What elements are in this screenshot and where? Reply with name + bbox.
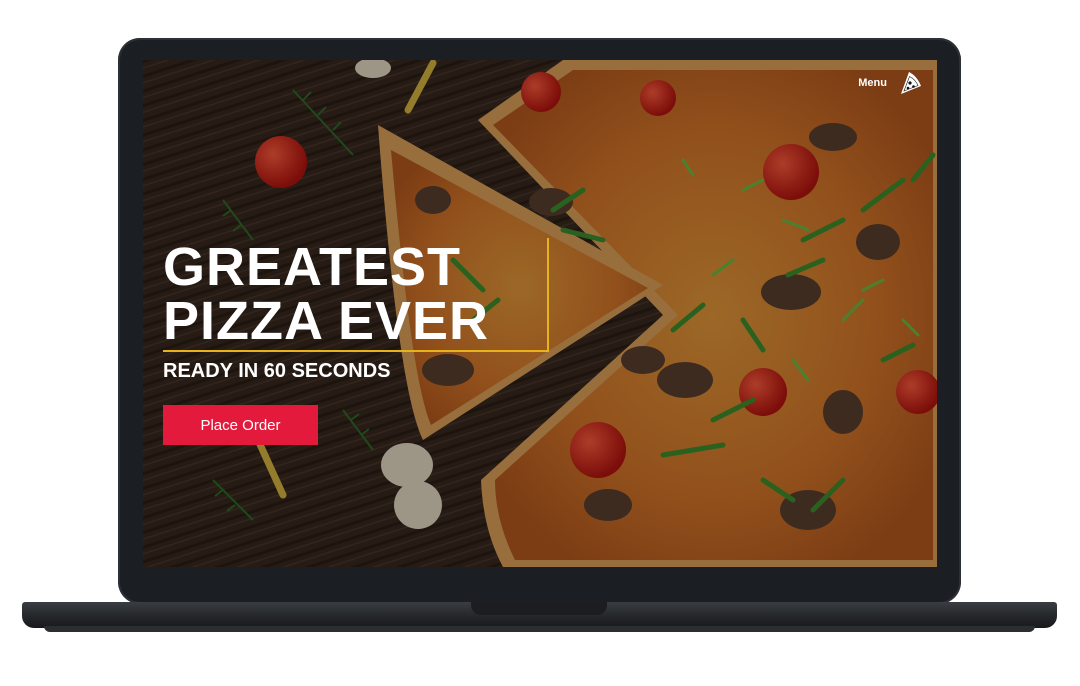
hero-section: GREATEST PIZZA EVER READY IN 60 SECONDS … bbox=[163, 237, 550, 445]
laptop-notch bbox=[471, 602, 607, 615]
place-order-button[interactable]: Place Order bbox=[163, 405, 318, 445]
headline-frame: GREATEST PIZZA EVER bbox=[163, 237, 550, 352]
menu-label[interactable]: Menu bbox=[858, 77, 887, 89]
headline-line-1: GREATEST bbox=[163, 237, 462, 297]
top-nav: Menu bbox=[858, 70, 923, 96]
headline-line-2: PIZZA EVER bbox=[163, 291, 490, 351]
laptop-screen: Menu GREATEST PIZZA EVER READY IN 60 SEC… bbox=[143, 60, 937, 567]
laptop-base-lip bbox=[44, 626, 1035, 632]
pizza-slice-icon[interactable] bbox=[897, 70, 923, 96]
subheadline: READY IN 60 SECONDS bbox=[163, 360, 391, 382]
